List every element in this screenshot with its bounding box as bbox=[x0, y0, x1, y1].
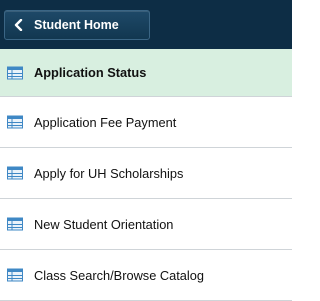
table-icon bbox=[7, 268, 23, 282]
header-bar: Student Home bbox=[0, 0, 292, 49]
menu-item-new-student-orientation[interactable]: New Student Orientation bbox=[0, 199, 292, 250]
table-icon bbox=[7, 166, 23, 180]
table-icon bbox=[7, 217, 23, 231]
navigation-menu: Application Status Application Fee Payme… bbox=[0, 49, 292, 301]
table-icon bbox=[7, 66, 23, 79]
menu-item-label: Apply for UH Scholarships bbox=[34, 165, 184, 181]
student-home-back-button[interactable]: Student Home bbox=[4, 10, 150, 40]
menu-item-label: Application Status bbox=[34, 65, 147, 80]
menu-item-label: Application Fee Payment bbox=[34, 114, 177, 130]
table-icon bbox=[7, 115, 23, 129]
menu-item-label: Class Search/Browse Catalog bbox=[34, 267, 204, 283]
chevron-left-icon bbox=[11, 17, 27, 33]
back-button-label: Student Home bbox=[34, 18, 119, 32]
menu-item-apply-scholarships[interactable]: Apply for UH Scholarships bbox=[0, 148, 292, 199]
menu-item-application-status[interactable]: Application Status bbox=[0, 49, 292, 97]
menu-item-application-fee-payment[interactable]: Application Fee Payment bbox=[0, 97, 292, 148]
menu-item-label: New Student Orientation bbox=[34, 216, 174, 232]
menu-item-class-search[interactable]: Class Search/Browse Catalog bbox=[0, 250, 292, 301]
